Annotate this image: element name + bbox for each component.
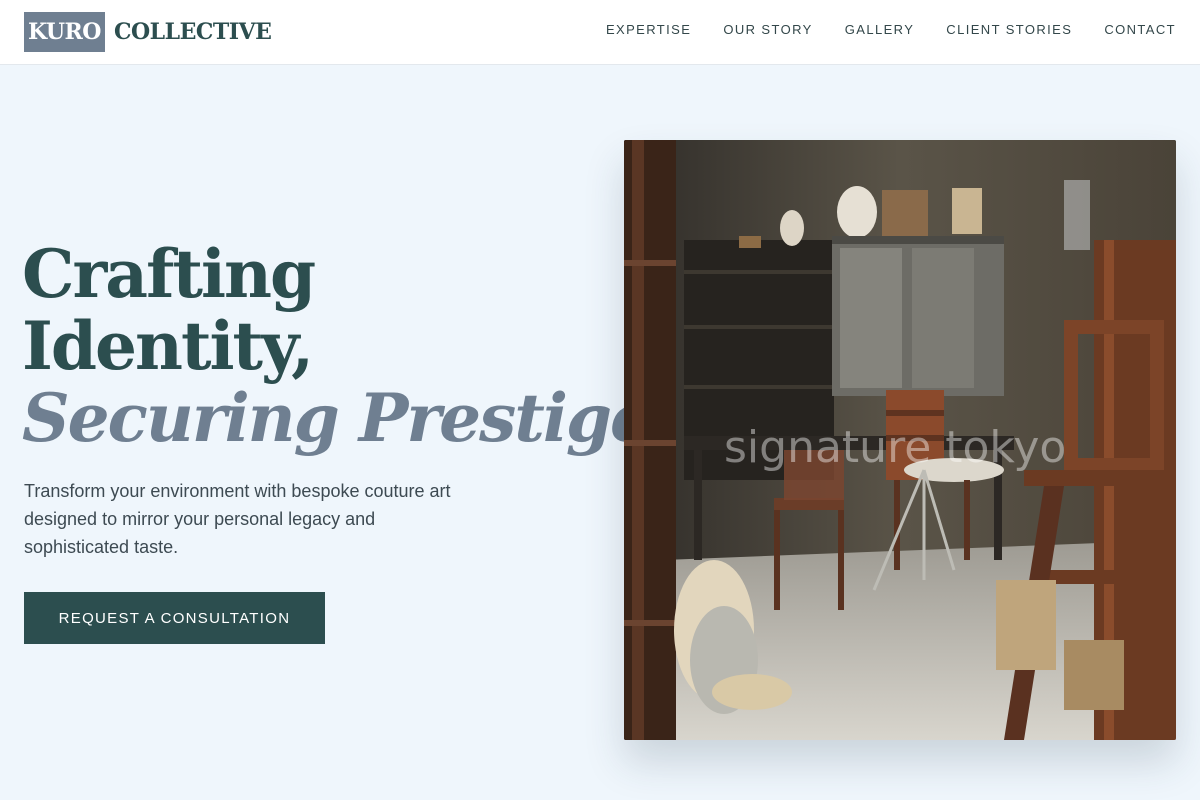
nav-item-contact[interactable]: CONTACT <box>1104 22 1176 37</box>
main-nav: EXPERTISE OUR STORY GALLERY CLIENT STORI… <box>606 22 1176 37</box>
nav-item-expertise[interactable]: EXPERTISE <box>606 22 691 37</box>
hero-subtitle: Transform your environment with bespoke … <box>24 481 451 557</box>
request-consultation-button[interactable]: REQUEST A CONSULTATION <box>24 592 325 644</box>
top-navigation-bar: KURO COLLECTIVE EXPERTISE OUR STORY GALL… <box>0 0 1200 65</box>
nav-item-our-story[interactable]: OUR STORY <box>723 22 812 37</box>
hero-title-line-2: Identity, <box>22 307 314 385</box>
hero-title-line-1: Crafting <box>22 235 316 313</box>
nav-item-client-stories[interactable]: CLIENT STORIES <box>946 22 1072 37</box>
brand-logo-name: COLLECTIVE <box>114 19 272 45</box>
hero-studio-photo: signature tokyo <box>624 140 1176 740</box>
nav-item-gallery[interactable]: GALLERY <box>845 22 915 37</box>
hero-title-accent-line: Securing Prestige. <box>22 379 673 457</box>
hero-title: Crafting Identity, Securing Prestige. <box>22 235 673 457</box>
brand-logo-box: KURO <box>24 12 105 52</box>
brand-logo[interactable]: KURO COLLECTIVE <box>24 12 272 52</box>
image-watermark: signature tokyo <box>724 422 1067 473</box>
